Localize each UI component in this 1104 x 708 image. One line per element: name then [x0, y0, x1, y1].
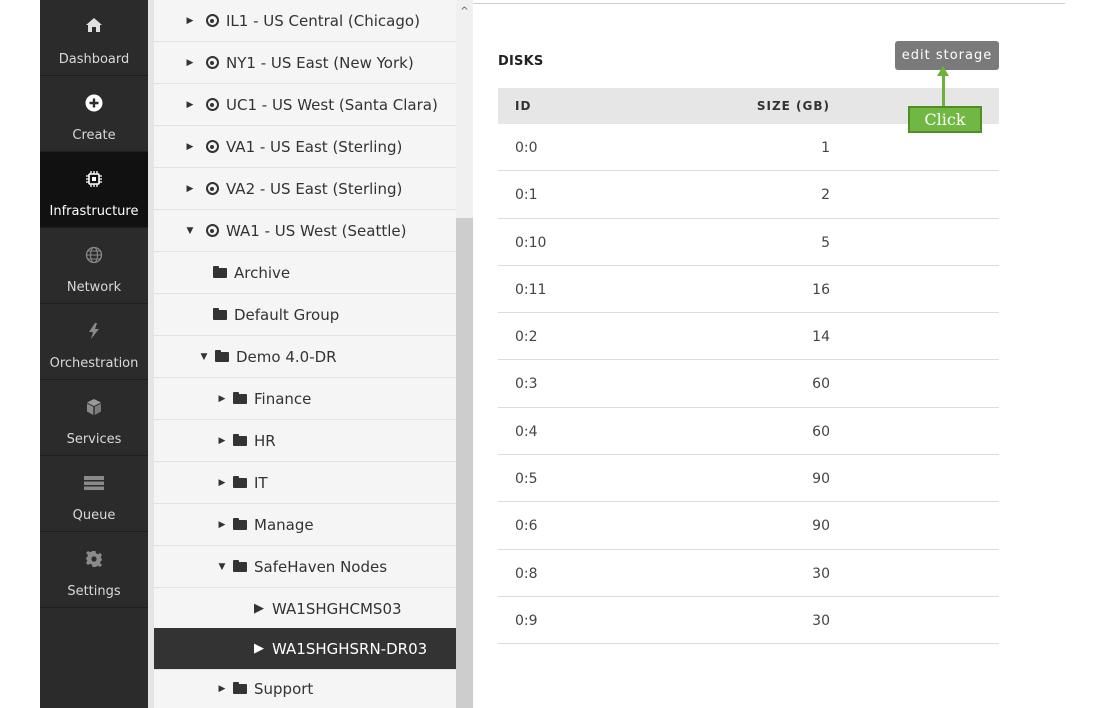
play-icon: ▶ — [254, 601, 264, 616]
datacenter-icon — [204, 56, 220, 70]
nav-label: Dashboard — [58, 52, 130, 67]
datacenter-icon — [204, 224, 220, 238]
caret-right-icon[interactable]: ▶ — [184, 184, 196, 194]
caret-right-icon[interactable]: ▶ — [184, 100, 196, 110]
tree-item-group-expanded[interactable]: ▼ SafeHaven Nodes — [154, 546, 456, 588]
caret-right-icon[interactable]: ▶ — [216, 520, 228, 530]
caret-right-icon[interactable]: ▶ — [216, 436, 228, 446]
tree-item-datacenter[interactable]: ▶ VA1 - US East (Sterling) — [154, 126, 456, 168]
nav-item-queue[interactable]: Queue — [40, 456, 148, 532]
nav-item-orchestration[interactable]: Orchestration — [40, 304, 148, 380]
caret-right-icon[interactable]: ▶ — [184, 142, 196, 152]
folder-icon — [212, 265, 228, 280]
chip-icon — [40, 170, 148, 188]
section-title: DISKS — [498, 54, 544, 69]
caret-down-icon[interactable]: ▼ — [216, 562, 228, 572]
datacenter-icon — [204, 14, 220, 28]
table-row: 0:3 60 — [498, 360, 999, 408]
datacenter-icon — [204, 140, 220, 154]
tree-item-group[interactable]: ▶ IT — [154, 462, 456, 504]
tree-item-group[interactable]: Archive — [154, 252, 456, 294]
tree-item-datacenter[interactable]: ▶ UC1 - US West (Santa Clara) — [154, 84, 456, 126]
caret-down-icon[interactable]: ▼ — [198, 352, 210, 362]
datacenter-icon — [204, 98, 220, 112]
play-icon: ▶ — [254, 641, 264, 656]
table-row: 0:2 14 — [498, 313, 999, 361]
queue-icon — [40, 474, 148, 492]
tree-item-server-selected[interactable]: ▶ WA1SHGHSRN-DR03 — [154, 628, 456, 670]
tree-item-datacenter-expanded[interactable]: ▼ WA1 - US West (Seattle) — [154, 210, 456, 252]
table-row: 0:10 5 — [498, 219, 999, 266]
divider — [473, 0, 1065, 4]
tree-scrollbar[interactable]: ^ — [456, 0, 473, 708]
folder-icon — [232, 681, 248, 696]
tree-item-datacenter[interactable]: ▶ IL1 - US Central (Chicago) — [154, 0, 456, 42]
globe-icon — [40, 246, 148, 264]
scroll-up-arrow-icon[interactable]: ^ — [456, 4, 473, 18]
home-icon — [40, 16, 148, 34]
nav-item-settings[interactable]: Settings — [40, 532, 148, 608]
caret-down-icon[interactable]: ▼ — [184, 226, 196, 236]
nav-label: Network — [66, 280, 122, 295]
nav-label: Orchestration — [49, 356, 139, 371]
cube-icon — [40, 398, 148, 416]
arrow-up-icon — [937, 66, 949, 76]
disks-table: ID SIZE (GB) 0:0 1 0:1 2 0:10 5 0:11 16 0:2 1… — [498, 88, 999, 645]
nav-label: Infrastructure — [49, 204, 139, 219]
plus-circle-icon — [40, 94, 148, 112]
column-header-size: SIZE (GB) — [756, 99, 830, 113]
folder-icon — [232, 559, 248, 574]
tree-item-group[interactable]: ▶ Finance — [154, 378, 456, 420]
annotation-arrow-shaft — [942, 72, 945, 108]
nav-label: Queue — [72, 508, 116, 523]
table-row: 0:9 30 — [498, 597, 999, 645]
tree-item-group[interactable]: Default Group — [154, 294, 456, 336]
tree-item-datacenter[interactable]: ▶ NY1 - US East (New York) — [154, 42, 456, 84]
scrollbar-thumb[interactable] — [456, 218, 473, 708]
folder-icon — [232, 433, 248, 448]
caret-right-icon[interactable]: ▶ — [216, 394, 228, 404]
column-header-id: ID — [515, 99, 532, 113]
tree-item-server[interactable]: ▶ WA1SHGHCMS03 — [154, 588, 456, 630]
app-window: Dashboard Create Infrastructure Network … — [0, 0, 1104, 708]
orchestration-icon — [40, 322, 148, 340]
folder-icon — [214, 349, 230, 364]
nav-label: Settings — [67, 584, 121, 599]
table-row: 0:8 30 — [498, 550, 999, 597]
table-row: 0:5 90 — [498, 455, 999, 503]
nav-label: Create — [72, 128, 116, 143]
gear-icon — [40, 550, 148, 568]
table-row: 0:1 2 — [498, 171, 999, 219]
caret-right-icon[interactable]: ▶ — [184, 58, 196, 68]
tree-item-group[interactable]: ▶ Support — [154, 668, 456, 708]
folder-icon — [232, 475, 248, 490]
nav-item-create[interactable]: Create — [40, 76, 148, 152]
infrastructure-tree: ▶ IL1 - US Central (Chicago) ▶ NY1 - US … — [148, 0, 456, 708]
tree-item-datacenter[interactable]: ▶ VA2 - US East (Sterling) — [154, 168, 456, 210]
nav-item-network[interactable]: Network — [40, 228, 148, 304]
nav-item-dashboard[interactable]: Dashboard — [40, 0, 148, 76]
folder-icon — [232, 517, 248, 532]
table-row: 0:11 16 — [498, 266, 999, 314]
main-nav: Dashboard Create Infrastructure Network … — [40, 0, 148, 708]
tree-item-group-expanded[interactable]: ▼ Demo 4.0-DR — [154, 336, 456, 378]
nav-label: Services — [66, 432, 122, 447]
nav-item-infrastructure[interactable]: Infrastructure — [40, 152, 148, 228]
nav-item-services[interactable]: Services — [40, 380, 148, 456]
caret-right-icon[interactable]: ▶ — [216, 478, 228, 488]
tree-item-group[interactable]: ▶ Manage — [154, 504, 456, 546]
caret-right-icon[interactable]: ▶ — [216, 684, 228, 694]
table-row: 0:6 90 — [498, 502, 999, 550]
caret-right-icon[interactable]: ▶ — [184, 16, 196, 26]
folder-icon — [212, 307, 228, 322]
table-row: 0:4 60 — [498, 408, 999, 456]
click-annotation-label: Click — [908, 106, 982, 133]
tree-item-group[interactable]: ▶ HR — [154, 420, 456, 462]
datacenter-icon — [204, 182, 220, 196]
folder-icon — [232, 391, 248, 406]
